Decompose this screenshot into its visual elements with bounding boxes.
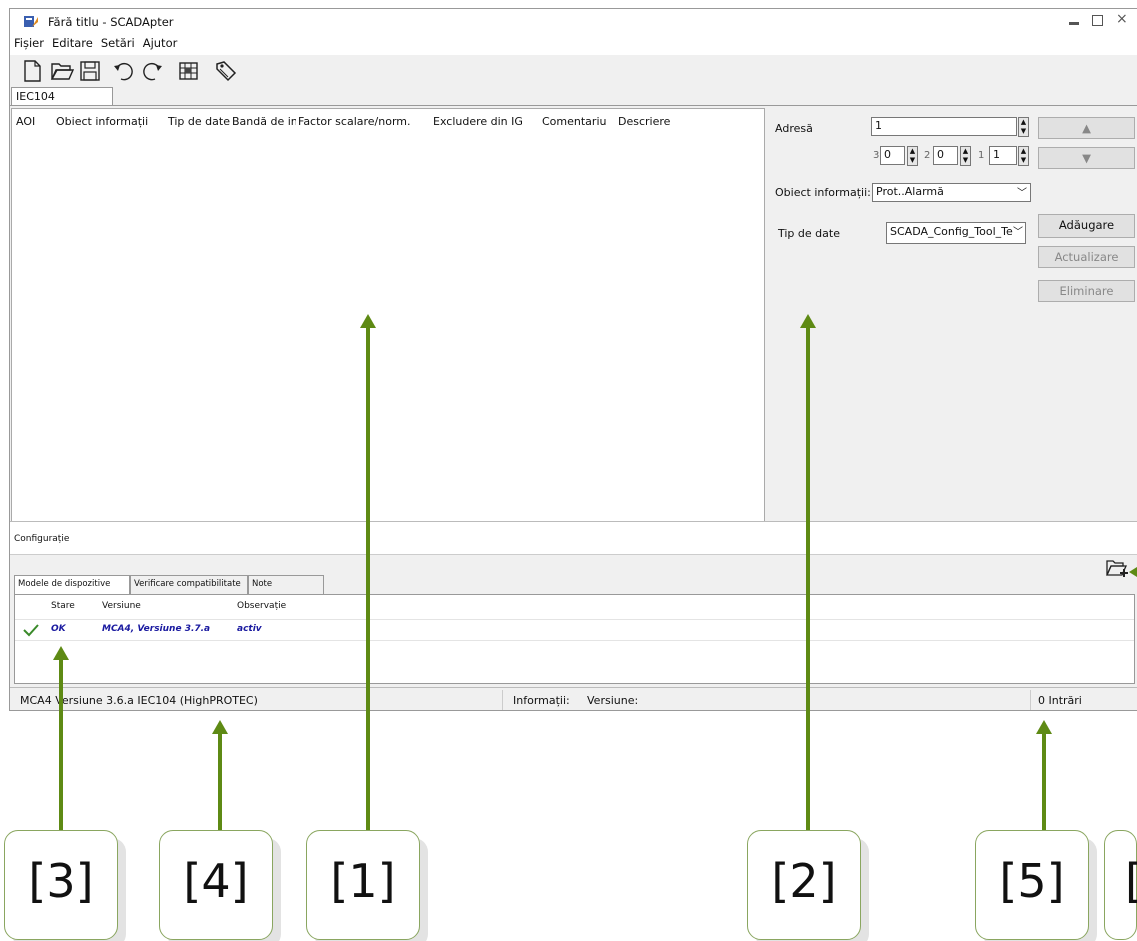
- sub-address-3[interactable]: 0: [880, 146, 905, 165]
- info-object-select[interactable]: Prot..Alarmă ﹀: [872, 183, 1031, 202]
- arrow-2: [806, 326, 810, 830]
- open-folder-icon[interactable]: [50, 59, 75, 83]
- sub-address-1[interactable]: 1: [989, 146, 1017, 165]
- data-type-label: Tip de date: [778, 227, 840, 240]
- row-version: MCA4, Versiune 3.7.a: [102, 624, 211, 634]
- status-entries: 0 Intrări: [1038, 694, 1082, 707]
- col-comment[interactable]: Comentariu: [542, 115, 606, 128]
- sub-label-3: 3: [873, 150, 880, 161]
- app-window: Fără titlu - SCADApter × Fișier Editare Se…: [9, 8, 1137, 711]
- new-file-icon[interactable]: [20, 59, 44, 83]
- table-row[interactable]: OK MCA4, Versiune 3.7.a activ: [15, 619, 1134, 641]
- toolbar: [10, 55, 1137, 89]
- menu-file[interactable]: Fișier: [10, 35, 48, 51]
- status-version-label: Versiune:: [587, 694, 639, 707]
- header-version[interactable]: Versiune: [102, 601, 141, 611]
- tab-device-models[interactable]: Modele de dispozitive: [14, 575, 130, 594]
- header-observation[interactable]: Observație: [237, 601, 286, 611]
- status-divider-1: [502, 690, 503, 710]
- row-state: OK: [51, 624, 66, 634]
- callout-3: [3]: [4, 830, 118, 940]
- status-divider-2: [1030, 690, 1031, 710]
- callout-1: [1]: [306, 830, 420, 940]
- window-title: Fără titlu - SCADApter: [48, 15, 174, 29]
- configuration-header: Configurație: [10, 522, 1137, 555]
- app-icon: [24, 15, 38, 28]
- tab-compatibility-check[interactable]: Verificare compatibilitate: [130, 575, 248, 594]
- check-icon: [23, 623, 39, 640]
- grid-icon[interactable]: [177, 59, 201, 83]
- tab-iec104[interactable]: IEC104: [11, 87, 113, 106]
- device-table[interactable]: Stare Versiune Observație OK MCA4, Versi…: [14, 594, 1135, 684]
- data-grid[interactable]: AOI Obiect informații Tip de date Bandă …: [11, 108, 765, 522]
- arrow-4-head: [212, 720, 228, 734]
- maximize-icon[interactable]: [1092, 15, 1103, 26]
- status-info-label: Informații:: [513, 694, 570, 707]
- callout-6: [: [1104, 830, 1137, 940]
- lower-panel: Modele de dispozitive Verificare compati…: [10, 555, 1137, 685]
- col-exclude-ig[interactable]: Excludere din IG: [433, 115, 523, 128]
- col-description[interactable]: Descriere: [618, 115, 670, 128]
- close-icon[interactable]: ×: [1116, 11, 1128, 27]
- minimize-icon[interactable]: [1069, 22, 1079, 25]
- document-tabs: IEC104: [10, 87, 1137, 106]
- info-object-label: Obiect informații:: [775, 186, 871, 199]
- sub-label-1: 1: [978, 150, 985, 161]
- callout-4: [4]: [159, 830, 273, 940]
- tab-notes[interactable]: Note: [248, 575, 324, 594]
- arrow-5-head: [1036, 720, 1052, 734]
- arrow-1: [366, 326, 370, 830]
- callout-5: [5]: [975, 830, 1089, 940]
- configuration-label: Configurație: [14, 534, 70, 544]
- arrow-6: [1129, 567, 1137, 577]
- sub-label-2: 2: [924, 150, 931, 161]
- title-bar: Fără titlu - SCADApter ×: [10, 9, 1137, 35]
- sub-address-3-spinner[interactable]: ▲ ▼: [907, 146, 918, 166]
- arrow-4: [218, 732, 222, 830]
- callout-2: [2]: [747, 830, 861, 940]
- undo-icon[interactable]: [111, 59, 135, 83]
- col-aoi[interactable]: AOI: [16, 115, 35, 128]
- sub-address-2[interactable]: 0: [933, 146, 958, 165]
- sub-address-1-spinner[interactable]: ▲ ▼: [1018, 146, 1029, 166]
- move-up-button[interactable]: ▲: [1038, 117, 1135, 139]
- arrow-3-head: [53, 646, 69, 660]
- col-scale-factor[interactable]: Factor scalare/norm.: [298, 115, 410, 128]
- arrow-3: [59, 658, 63, 830]
- chevron-down-icon: ﹀: [1017, 188, 1027, 199]
- save-icon[interactable]: [78, 59, 102, 83]
- chevron-down-icon: ﹀: [1013, 225, 1023, 241]
- arrow-2-head: [800, 314, 816, 328]
- add-button[interactable]: Adăugare: [1038, 214, 1135, 238]
- col-band[interactable]: Bandă de in: [232, 115, 296, 128]
- row-observation: activ: [237, 624, 262, 634]
- move-down-button[interactable]: ▼: [1038, 147, 1135, 169]
- tag-icon[interactable]: [214, 59, 238, 83]
- delete-button[interactable]: Eliminare: [1038, 280, 1135, 302]
- menu-help[interactable]: Ajutor: [139, 35, 182, 51]
- menu-settings[interactable]: Setări: [97, 35, 139, 51]
- update-button[interactable]: Actualizare: [1038, 246, 1135, 268]
- address-spinner[interactable]: ▲ ▼: [1018, 117, 1029, 137]
- main-area: AOI Obiect informații Tip de date Bandă …: [10, 105, 1137, 528]
- arrow-1-head: [360, 314, 376, 328]
- address-input[interactable]: 1: [871, 117, 1017, 136]
- add-folder-icon[interactable]: [1105, 557, 1131, 579]
- status-bar: MCA4 Versiune 3.6.a IEC104 (HighPROTEC) …: [10, 687, 1137, 712]
- header-state[interactable]: Stare: [51, 601, 75, 611]
- data-type-select[interactable]: SCADA_Config_Tool_Te ﹀: [886, 222, 1026, 244]
- col-data-type[interactable]: Tip de date: [168, 115, 230, 128]
- arrow-5: [1042, 732, 1046, 830]
- sub-address-2-spinner[interactable]: ▲ ▼: [960, 146, 971, 166]
- address-label: Adresă: [775, 122, 813, 135]
- menu-bar: Fișier Editare Setări Ajutor: [10, 35, 1137, 55]
- menu-edit[interactable]: Editare: [48, 35, 97, 51]
- col-info-object[interactable]: Obiect informații: [56, 115, 148, 128]
- status-device: MCA4 Versiune 3.6.a IEC104 (HighPROTEC): [20, 694, 258, 707]
- redo-icon[interactable]: [141, 59, 165, 83]
